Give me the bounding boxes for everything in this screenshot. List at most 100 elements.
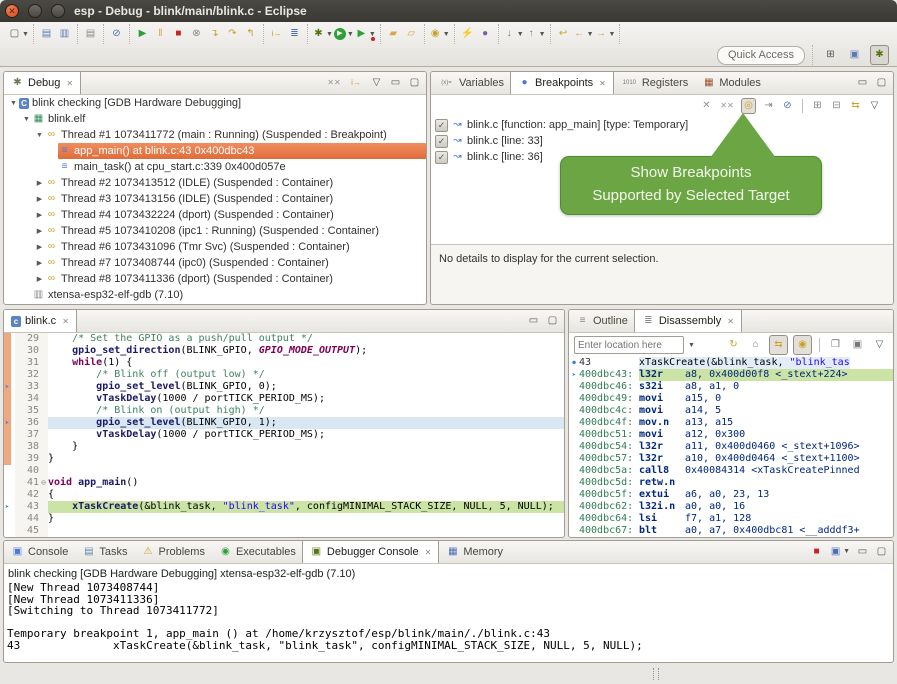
fold-collapse-icon[interactable]: ⊖ [39, 477, 48, 489]
code-text[interactable] [48, 465, 564, 477]
close-icon[interactable]: ✕ [727, 317, 734, 326]
code-text[interactable]: while(1) { [48, 357, 564, 369]
console-output[interactable]: [New Thread 1073408744][New Thread 10734… [4, 582, 893, 651]
search-button[interactable]: ◉▼ [429, 25, 450, 43]
tab-tasks[interactable]: ▤Tasks [75, 541, 134, 563]
maximize-button[interactable]: ▢ [875, 545, 888, 559]
debug-launch-button[interactable]: ✱▼ [312, 25, 333, 43]
display-selected-console-button[interactable]: ▣▼ [829, 545, 850, 559]
dropdown-arrow-icon[interactable]: ▼ [326, 31, 333, 38]
dropdown-arrow-icon[interactable]: ▼ [539, 31, 546, 38]
debug-tree-item-selected[interactable]: ≡app_main() at blink.c:43 0x400dbc43 [4, 143, 426, 159]
editor-line-41[interactable]: 41⊖void app_main() [4, 477, 564, 489]
disassembly-row[interactable]: 400dbc51:movia12, 0x300 [569, 429, 893, 441]
editor-marker-bar[interactable] [4, 369, 15, 381]
dropdown-arrow-icon[interactable]: ▼ [347, 31, 354, 38]
new-wizard-button[interactable]: ▢▼ [8, 25, 29, 43]
editor-line-38[interactable]: 38 } [4, 441, 564, 453]
code-text[interactable]: vTaskDelay(1000 / portTICK_PERIOD_MS); [48, 429, 564, 441]
code-text[interactable]: gpio_set_direction(BLINK_GPIO, GPIO_MODE… [48, 345, 564, 357]
disassembly-row[interactable]: 400dbc5d:retw.n [569, 477, 893, 489]
editor-line-43[interactable]: ➤43 xTaskCreate(&blink_task, "blink_task… [4, 501, 564, 513]
disassembly-row[interactable]: 400dbc4c:movia14, 5 [569, 405, 893, 417]
goto-file-for-breakpoint-button[interactable]: ⇥ [762, 99, 775, 113]
tree-expander-icon[interactable]: ▶ [34, 275, 45, 283]
view-menu-button[interactable]: ▽ [370, 76, 383, 90]
editor-line-33[interactable]: ➤33 gpio_set_level(BLINK_GPIO, 0); [4, 381, 564, 393]
quick-access-button[interactable]: Quick Access [717, 46, 805, 65]
tab-problems[interactable]: ⚠Problems [134, 541, 211, 563]
tab-outline[interactable]: ≡Outline [569, 310, 635, 332]
dropdown-arrow-icon[interactable]: ▼ [517, 31, 524, 38]
skip-all-breakpoints-button[interactable]: ⊘ [781, 99, 794, 113]
editor-line-44[interactable]: 44} [4, 513, 564, 525]
home-button[interactable]: ⌂ [747, 336, 764, 354]
code-editor[interactable]: 29 /* Set the GPIO as a push/pull output… [4, 333, 564, 537]
view-menu-button[interactable]: ▽ [871, 336, 888, 354]
last-edit-location-button[interactable]: ↩ [555, 25, 572, 43]
folder-button[interactable]: ▱ [403, 25, 420, 43]
use-step-filters-button[interactable]: ≣ [286, 25, 303, 43]
tab-debug[interactable]: ✱Debug✕ [3, 72, 81, 94]
tree-expander-icon[interactable]: ▼ [21, 116, 32, 123]
editor-line-39[interactable]: 39} [4, 453, 564, 465]
previous-annotation-button[interactable]: ↑▼ [525, 25, 546, 43]
show-breakpoints-supported-button[interactable]: ◎ [741, 98, 756, 114]
editor-marker-bar[interactable]: ➤ [4, 501, 15, 513]
editor-marker-bar[interactable] [4, 477, 15, 489]
editor-marker-bar[interactable] [4, 405, 15, 417]
maximize-button[interactable]: ▢ [875, 76, 888, 90]
editor-marker-bar[interactable] [4, 429, 15, 441]
editor-line-37[interactable]: 37 vTaskDelay(1000 / portTICK_PERIOD_MS)… [4, 429, 564, 441]
breakpoint-checkbox[interactable]: ✓ [435, 119, 448, 132]
editor-line-34[interactable]: 34 vTaskDelay(1000 / portTICK_PERIOD_MS)… [4, 393, 564, 405]
dropdown-arrow-icon[interactable]: ▼ [587, 31, 594, 38]
minimize-button[interactable]: ▭ [856, 76, 869, 90]
disassembly-listing[interactable]: ●43xTaskCreate(&blink_task, "blink_tas➤4… [569, 357, 893, 538]
save-all-button[interactable]: ▥ [56, 25, 73, 43]
remove-all-breakpoints-button[interactable]: ✕✕ [719, 99, 735, 113]
terminate-console-button[interactable]: ■ [810, 545, 823, 559]
close-icon[interactable]: ✕ [62, 317, 69, 326]
skip-all-breakpoints-button[interactable]: ⊘ [108, 25, 125, 43]
window-maximize-button[interactable] [51, 4, 65, 18]
disassembly-row[interactable]: 400dbc5a:call80x40084314 <xTaskCreatePin… [569, 465, 893, 477]
debug-tree-item[interactable]: ▶∞Thread #5 1073410208 (ipc1 : Running) … [4, 223, 426, 239]
instruction-stepping-mode-button[interactable]: i→ [348, 76, 364, 90]
window-minimize-button[interactable] [28, 4, 42, 18]
maximize-button[interactable]: ▢ [408, 76, 421, 90]
editor-marker-bar[interactable] [4, 525, 15, 537]
editor-line-36[interactable]: ➤36 gpio_set_level(BLINK_GPIO, 1); [4, 417, 564, 429]
save-button[interactable]: ▤ [38, 25, 55, 43]
editor-marker-bar[interactable] [4, 489, 15, 501]
editor-line-45[interactable]: 45 [4, 525, 564, 537]
code-text[interactable]: xTaskCreate(&blink_task, "blink_task", c… [48, 501, 564, 513]
debug-tree-item[interactable]: ▥xtensa-esp32-elf-gdb (7.10) [4, 287, 426, 303]
tab-blink-c[interactable]: cblink.c✕ [3, 310, 77, 332]
dropdown-arrow-icon[interactable]: ▼ [843, 548, 850, 555]
maximize-button[interactable]: ▢ [546, 314, 559, 328]
tab-breakpoints[interactable]: ●Breakpoints✕ [510, 72, 614, 94]
code-text[interactable]: vTaskDelay(1000 / portTICK_PERIOD_MS); [48, 393, 564, 405]
disassembly-row[interactable]: 400dbc67:blta0, a7, 0x400dbc81 <__adddf3… [569, 525, 893, 537]
disconnect-button[interactable]: ⊗ [188, 25, 205, 43]
close-icon[interactable]: ✕ [599, 79, 606, 88]
tree-expander-icon[interactable]: ▶ [34, 227, 45, 235]
code-text[interactable]: /* Blink off (output low) */ [48, 369, 564, 381]
minimize-button[interactable]: ▭ [527, 314, 540, 328]
editor-line-42[interactable]: 42{ [4, 489, 564, 501]
debug-perspective-button[interactable]: ✱ [870, 45, 889, 65]
debug-tree-item[interactable]: ▼∞Thread #1 1073411772 (main : Running) … [4, 127, 426, 143]
editor-line-35[interactable]: 35 /* Blink on (output high) */ [4, 405, 564, 417]
breakpoint-checkbox[interactable]: ✓ [435, 151, 448, 164]
next-annotation-button[interactable]: ↓▼ [503, 25, 524, 43]
disassembly-row[interactable]: 400dbc54:l32ra11, 0x400d0460 <_stext+109… [569, 441, 893, 453]
tree-expander-icon[interactable]: ▶ [34, 195, 45, 203]
tree-expander-icon[interactable]: ▶ [34, 179, 45, 187]
editor-marker-bar[interactable] [4, 465, 15, 477]
window-close-button[interactable]: ✕ [5, 4, 19, 18]
tab-registers[interactable]: 1010Registers [614, 72, 695, 94]
editor-line-31[interactable]: 31 while(1) { [4, 357, 564, 369]
code-text[interactable]: /* Blink on (output high) */ [48, 405, 564, 417]
flash-tool-button[interactable]: ⚡ [459, 25, 476, 43]
